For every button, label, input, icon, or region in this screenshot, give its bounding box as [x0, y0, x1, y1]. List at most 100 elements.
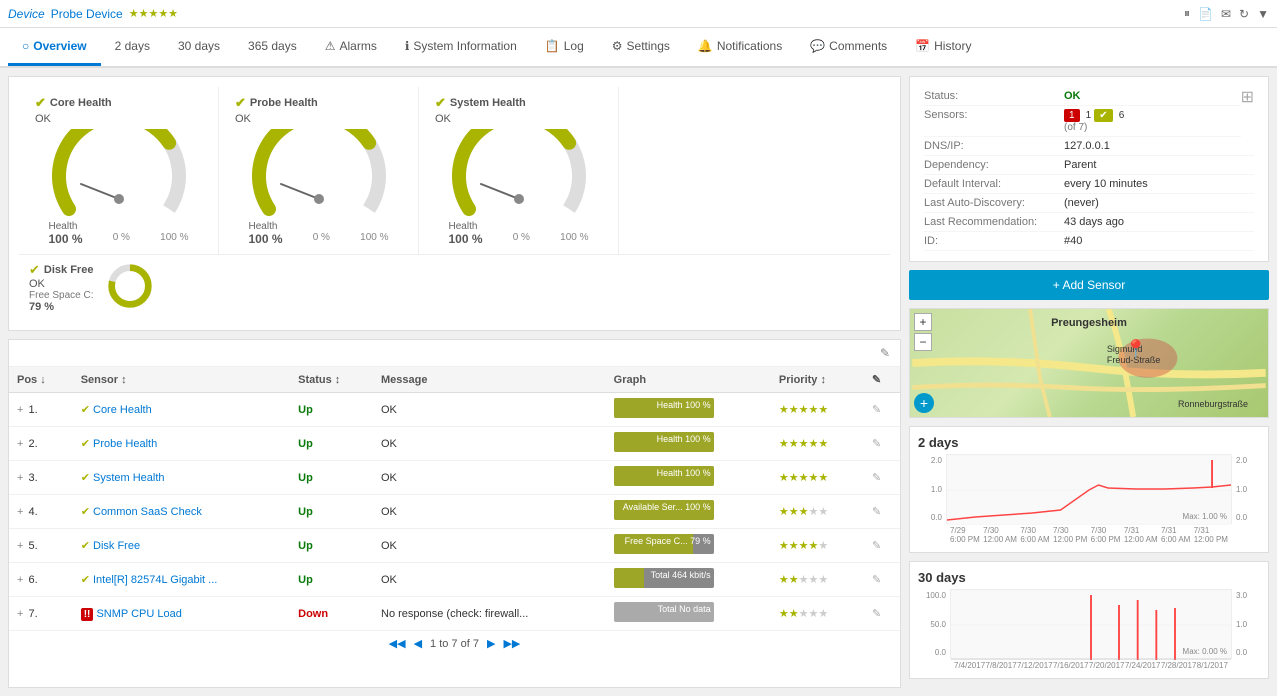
- sensor-mini-graph[interactable]: Total No data: [614, 602, 714, 622]
- graph-label: Health 100 %: [657, 400, 711, 410]
- row-edit-icon[interactable]: ✎: [872, 472, 881, 484]
- sensor-name-link[interactable]: System Health: [93, 472, 165, 484]
- add-sensor-button[interactable]: + Add Sensor: [909, 270, 1269, 300]
- row-expand-icon[interactable]: +: [17, 404, 23, 416]
- sensor-name-link[interactable]: Common SaaS Check: [93, 506, 202, 518]
- refresh-icon[interactable]: ↻: [1239, 7, 1249, 21]
- row-edit-icon[interactable]: ✎: [872, 574, 881, 586]
- star-icon: ★: [779, 574, 789, 586]
- chart-2days-x-axis: 7/296:00 PM 7/3012:00 AM 7/306:00 AM 7/3…: [918, 526, 1260, 544]
- info-row-dependency: Dependency: Parent: [924, 156, 1254, 175]
- chart-30days-y-axis: 100.0 50.0 0.0: [918, 589, 950, 659]
- disk-free-check-icon: ✔: [29, 262, 40, 278]
- row-edit-icon[interactable]: ✎: [872, 438, 881, 450]
- sensor-mini-graph[interactable]: Health 100 %: [614, 466, 714, 486]
- sensor-priority: ★★★★★: [771, 563, 864, 597]
- col-priority[interactable]: Priority ↕: [771, 367, 864, 393]
- sensor-priority: ★★★★★: [771, 461, 864, 495]
- tab-history[interactable]: 📅 History: [901, 29, 985, 66]
- star-icon: ★: [789, 506, 799, 518]
- sensor-mini-graph[interactable]: Health 100 %: [614, 398, 714, 418]
- tab-notifications[interactable]: 🔔 Notifications: [684, 29, 796, 66]
- map-controls: + −: [914, 313, 932, 351]
- sensor-name-link[interactable]: Core Health: [93, 404, 152, 416]
- table-row: + 4.✔ Common SaaS CheckUpOK Available Se…: [9, 495, 900, 529]
- topbar: Device Probe Device ★★★★★ ⏸ 📄 ✉ ↻ ▼: [0, 0, 1277, 28]
- info-row-status: Status: OK: [924, 87, 1241, 106]
- chart-30days: 30 days 100.0 50.0 0.0: [909, 561, 1269, 679]
- status-value: OK: [1064, 90, 1241, 102]
- star-empty-icon: ★: [809, 608, 819, 620]
- disk-free-section: ✔ Disk Free OK Free Space C: 79 %: [19, 254, 890, 320]
- tab-2days[interactable]: 2 days: [101, 29, 164, 66]
- sensor-check-icon: ✔: [81, 574, 90, 586]
- probe-health-title: Probe Health: [250, 97, 318, 109]
- sensor-status: Up: [298, 574, 313, 586]
- row-expand-icon[interactable]: +: [17, 574, 23, 586]
- probe-health-svg-container: [249, 129, 389, 219]
- tab-settings[interactable]: ⚙ Settings: [598, 29, 684, 66]
- tab-365days[interactable]: 365 days: [234, 29, 311, 66]
- row-expand-icon[interactable]: +: [17, 438, 23, 450]
- sensor-mini-graph[interactable]: Available Ser... 100 %: [614, 500, 714, 520]
- pager-next[interactable]: ▶: [487, 637, 495, 650]
- dropdown-icon[interactable]: ▼: [1257, 7, 1269, 21]
- row-edit-icon[interactable]: ✎: [872, 404, 881, 416]
- row-expand-icon[interactable]: +: [17, 506, 23, 518]
- graph-label: Available Ser... 100 %: [623, 502, 711, 512]
- pager-prev[interactable]: ◀: [414, 637, 422, 650]
- col-status[interactable]: Status ↕: [290, 367, 373, 393]
- document-icon[interactable]: 📄: [1198, 7, 1213, 21]
- sensor-mini-graph[interactable]: Free Space C... 79 %: [614, 534, 714, 554]
- row-edit-icon[interactable]: ✎: [872, 608, 881, 620]
- bell-icon: 🔔: [698, 39, 713, 53]
- row-expand-icon[interactable]: +: [17, 540, 23, 552]
- tab-30days[interactable]: 30 days: [164, 29, 234, 66]
- star-icon: ★: [789, 404, 799, 416]
- qr-icon[interactable]: ⊞: [1241, 87, 1254, 107]
- col-sensor[interactable]: Sensor ↕: [73, 367, 290, 393]
- row-expand-icon[interactable]: +: [17, 608, 23, 620]
- map-zoom-in-button[interactable]: +: [914, 313, 932, 331]
- pager-prev-prev[interactable]: ◀◀: [389, 637, 406, 650]
- table-row: + 1.✔ Core HealthUpOK Health 100 % ★★★★★…: [9, 393, 900, 427]
- graph-label: Health 100 %: [657, 434, 711, 444]
- chart-30days-x-axis: 7/4/2017 7/8/2017 7/12/2017 7/16/2017 7/…: [918, 661, 1260, 670]
- email-icon[interactable]: ✉: [1221, 7, 1231, 21]
- tab-log[interactable]: 📋 Log: [531, 29, 598, 66]
- row-expand-icon[interactable]: +: [17, 472, 23, 484]
- sensor-mini-graph[interactable]: Health 100 %: [614, 432, 714, 452]
- row-edit-icon[interactable]: ✎: [872, 506, 881, 518]
- map-expand-button[interactable]: +: [914, 393, 934, 413]
- device-stars[interactable]: ★★★★★: [129, 7, 178, 20]
- tab-sysinfo[interactable]: ℹ System Information: [391, 29, 531, 66]
- star-icon: ★: [818, 404, 828, 416]
- sensor-name-link[interactable]: Intel[R] 82574L Gigabit ...: [93, 574, 217, 586]
- device-label[interactable]: Device: [8, 7, 45, 21]
- pause-icon[interactable]: ⏸: [1184, 6, 1190, 21]
- info-row-recommendation: Last Recommendation: 43 days ago: [924, 213, 1254, 232]
- sensor-priority: ★★★★★: [771, 427, 864, 461]
- sensor-name-link[interactable]: SNMP CPU Load: [96, 608, 181, 620]
- tab-comments[interactable]: 💬 Comments: [796, 29, 901, 66]
- star-icon: ★: [799, 540, 809, 552]
- table-row: + 5.✔ Disk FreeUpOK Free Space C... 79 %…: [9, 529, 900, 563]
- sensor-message: OK: [373, 563, 606, 597]
- row-edit-icon[interactable]: ✎: [872, 540, 881, 552]
- sensor-message: OK: [373, 461, 606, 495]
- tab-overview[interactable]: ○ Overview: [8, 29, 101, 66]
- probe-device-label[interactable]: Probe Device: [51, 7, 123, 21]
- star-icon: ★: [779, 540, 789, 552]
- sensor-badge-red: 1: [1064, 109, 1080, 122]
- pager-next-next[interactable]: ▶▶: [503, 637, 520, 650]
- map-zoom-out-button[interactable]: −: [914, 333, 932, 351]
- star-empty-icon: ★: [818, 506, 828, 518]
- sensor-mini-graph[interactable]: Total 464 kbit/s: [614, 568, 714, 588]
- col-pos[interactable]: Pos ↓: [9, 367, 73, 393]
- sensor-name-link[interactable]: Disk Free: [93, 540, 140, 552]
- tab-alarms[interactable]: ⚠ Alarms: [311, 29, 391, 66]
- col-edit[interactable]: ✎: [864, 367, 900, 393]
- sensor-name-link[interactable]: Probe Health: [93, 438, 157, 450]
- chart-2days-title: 2 days: [918, 435, 1260, 450]
- edit-icon[interactable]: ✎: [880, 346, 890, 360]
